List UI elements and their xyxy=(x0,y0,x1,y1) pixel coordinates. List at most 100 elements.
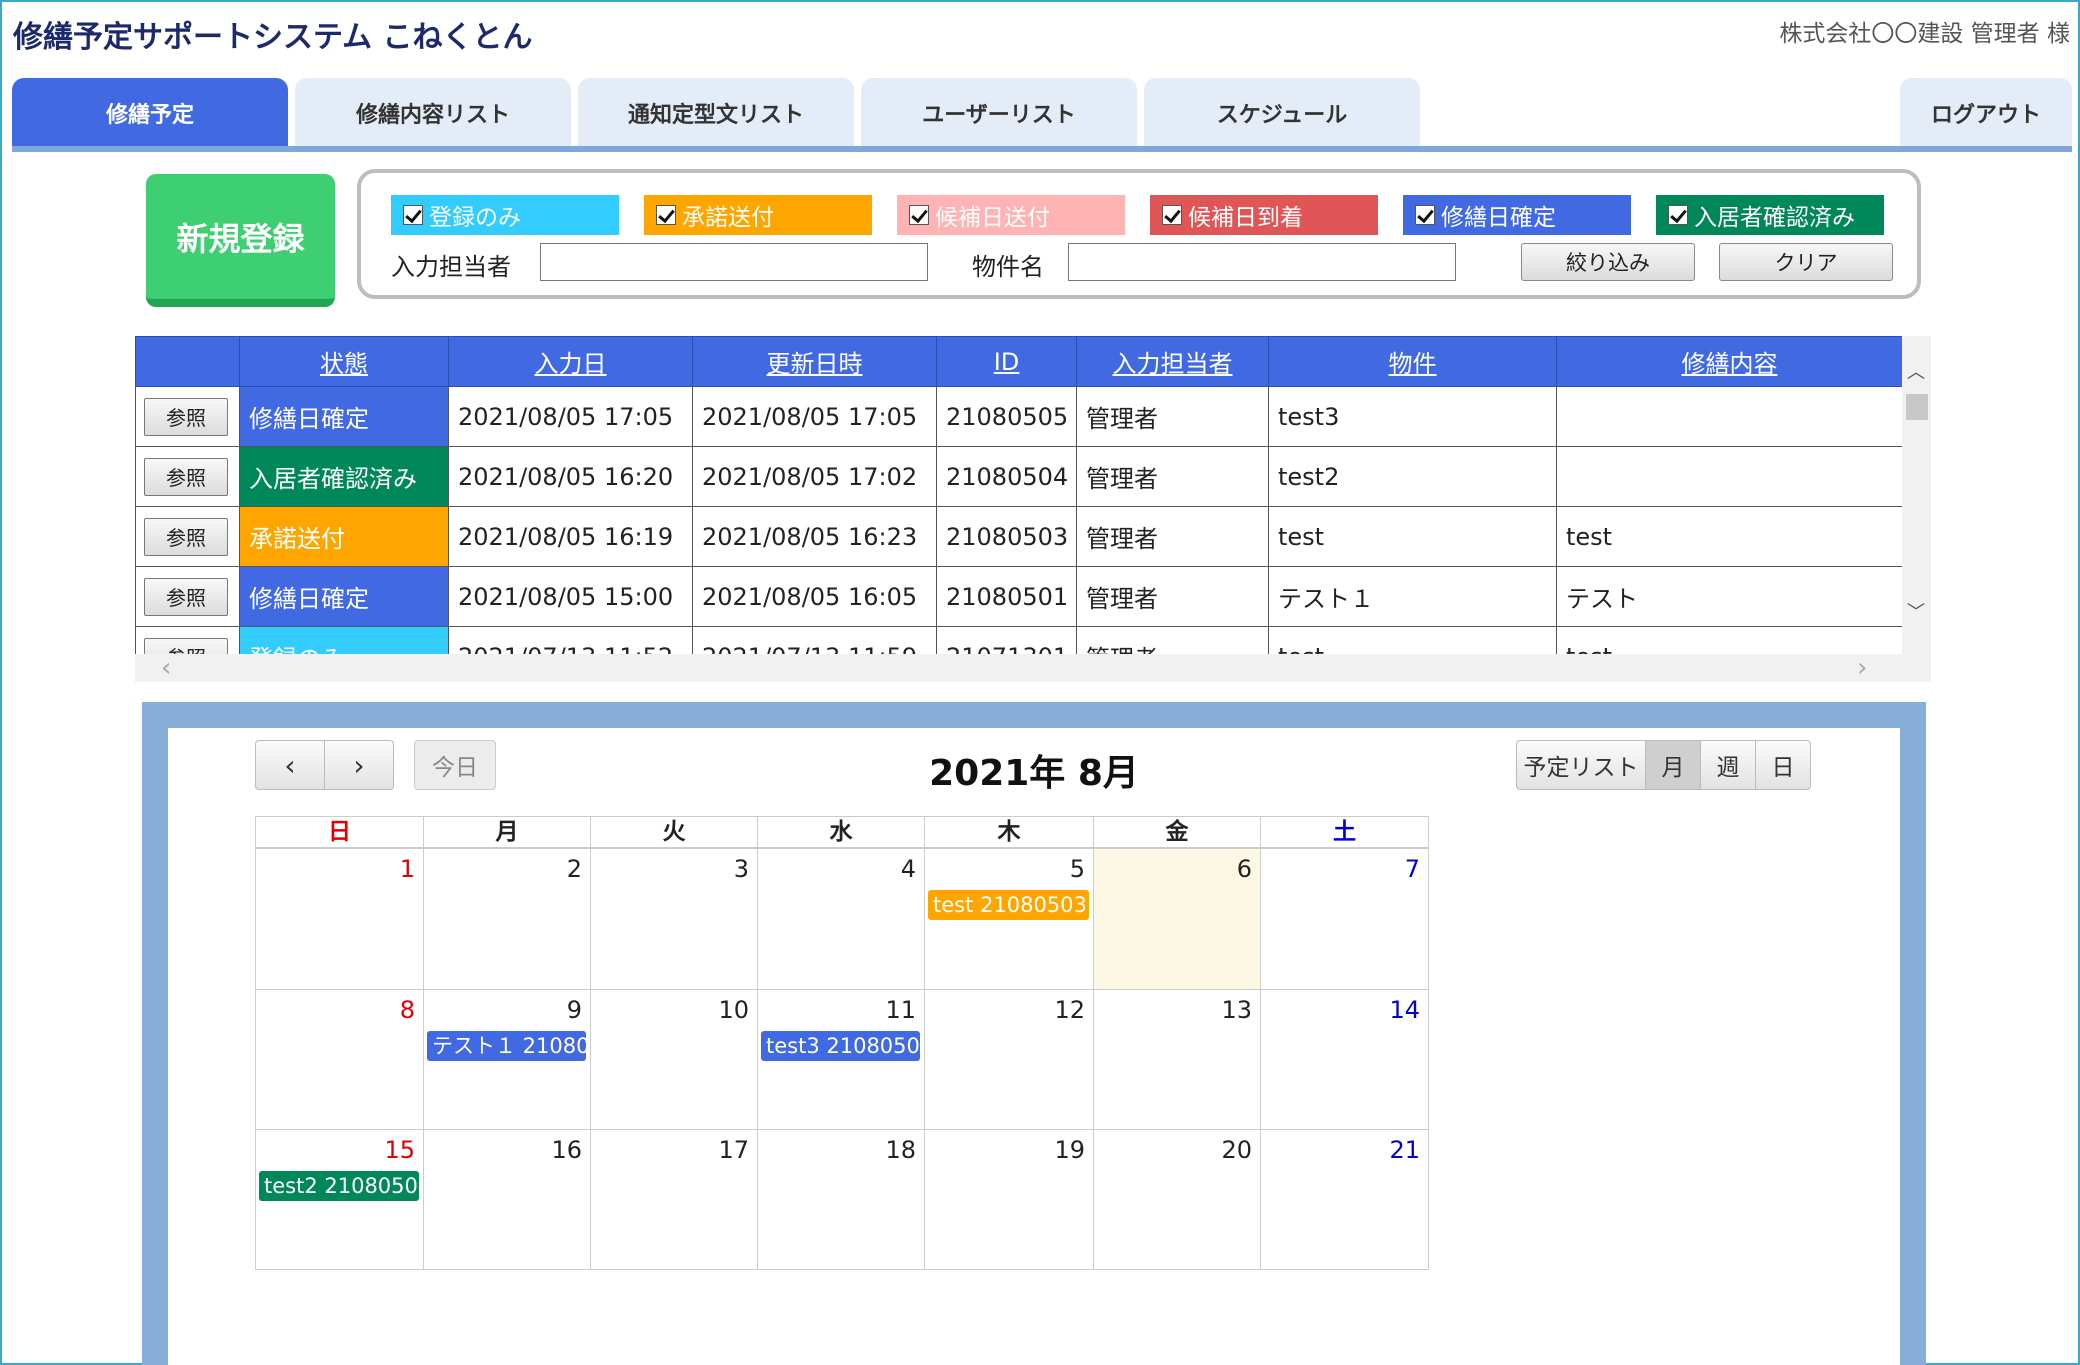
cell-input-date: 2021/08/05 17:05 xyxy=(448,386,693,447)
column-header-updated[interactable]: 更新日時 xyxy=(692,336,937,387)
view-week-button[interactable]: 週 xyxy=(1700,740,1756,790)
view-month-button[interactable]: 月 xyxy=(1645,740,1701,790)
column-header-id[interactable]: ID xyxy=(936,336,1077,387)
cell-input-date: 2021/08/05 16:19 xyxy=(448,506,693,567)
filter-checkbox-candidate-arrived[interactable]: 候補日到着 xyxy=(1150,195,1378,235)
calendar-day-cell[interactable]: 4 xyxy=(757,848,925,990)
calendar-day-number: 18 xyxy=(885,1136,916,1164)
logout-tab[interactable]: ログアウト xyxy=(1900,78,2072,148)
scroll-down-icon[interactable]: ﹀ xyxy=(1906,598,1926,624)
view-detail-button[interactable]: 参照 xyxy=(144,457,228,496)
calendar-day-number: 7 xyxy=(1404,855,1420,883)
calendar-day-number: 3 xyxy=(733,855,749,883)
weekday-header-thu: 木 xyxy=(924,816,1094,848)
view-detail-button[interactable]: 参照 xyxy=(144,637,228,654)
calendar-day-cell[interactable]: 7 xyxy=(1260,848,1429,990)
cell-person: 管理者 xyxy=(1076,566,1269,627)
tab-notice-template-list[interactable]: 通知定型文リスト xyxy=(578,78,854,148)
cell-property: テスト１ xyxy=(1268,566,1557,627)
cell-status: 入居者確認済み xyxy=(239,446,449,507)
cell-property: test xyxy=(1268,626,1557,654)
calendar-day-number: 4 xyxy=(900,855,916,883)
calendar-day-cell[interactable]: 2 xyxy=(423,848,591,990)
calendar-day-cell[interactable]: 21 xyxy=(1260,1129,1429,1270)
calendar-day-number: 14 xyxy=(1389,996,1420,1024)
calendar-day-cell[interactable]: 10 xyxy=(590,989,758,1130)
table-row: 参照 承諾送付 2021/08/05 16:19 2021/08/05 16:23 21… xyxy=(135,506,1903,567)
table-row: 参照登録のみ2021/07/13 11:522021/07/13 11:5921… xyxy=(135,626,1903,654)
tab-schedule[interactable]: スケジュール xyxy=(1144,78,1420,148)
cell-content: test xyxy=(1556,506,1903,567)
calendar-day-number: 10 xyxy=(718,996,749,1024)
cell-input-date: 2021/08/05 15:00 xyxy=(448,566,693,627)
calendar-event[interactable]: test 21080503 xyxy=(928,890,1089,920)
filter-checkbox-date-confirmed[interactable]: 修繕日確定 xyxy=(1403,195,1631,235)
cell-person: 管理者 xyxy=(1076,626,1269,654)
calendar-panel: ‹ › 今日 2021年 8月 予定リスト 月 週 日 日月火水木金土12345… xyxy=(142,702,1926,1365)
table-row: 参照 修繕日確定 2021/08/05 17:05 2021/08/05 17:05 2… xyxy=(135,386,1903,447)
calendar-event[interactable]: test2 21080504 xyxy=(259,1171,419,1201)
calendar-day-cell[interactable]: 13 xyxy=(1093,989,1261,1130)
scroll-right-icon[interactable]: › xyxy=(1857,654,1867,682)
calendar-day-cell[interactable]: 3 xyxy=(590,848,758,990)
column-header-content[interactable]: 修繕内容 xyxy=(1556,336,1903,387)
weekday-header-fri: 金 xyxy=(1093,816,1261,848)
tab-user-list[interactable]: ユーザーリスト xyxy=(861,78,1137,148)
cell-property: test2 xyxy=(1268,446,1557,507)
table-horizontal-scrollbar[interactable]: ‹ › xyxy=(135,654,1931,682)
cell-action: 参照 xyxy=(135,446,240,507)
calendar-event[interactable]: テスト１ 21080501 xyxy=(427,1031,586,1061)
clear-button[interactable]: クリア xyxy=(1719,243,1893,281)
column-header-status[interactable]: 状態 xyxy=(239,336,449,387)
column-header-input-date[interactable]: 入力日 xyxy=(448,336,693,387)
cell-action: 参照 xyxy=(135,386,240,447)
view-detail-button[interactable]: 参照 xyxy=(144,397,228,436)
calendar-day-cell[interactable]: 14 xyxy=(1260,989,1429,1130)
calendar-event[interactable]: test3 21080505 xyxy=(761,1031,920,1061)
person-filter-input[interactable] xyxy=(540,243,928,281)
filter-button[interactable]: 絞り込み xyxy=(1521,243,1695,281)
calendar-day-cell[interactable]: 17 xyxy=(590,1129,758,1270)
calendar-day-number: 16 xyxy=(551,1136,582,1164)
calendar-day-number: 9 xyxy=(566,996,582,1024)
view-list-button[interactable]: 予定リスト xyxy=(1516,740,1646,790)
scroll-left-icon[interactable]: ‹ xyxy=(161,654,171,682)
calendar-day-cell[interactable]: 8 xyxy=(255,989,424,1130)
cell-updated: 2021/08/05 17:05 xyxy=(692,386,937,447)
column-header-property[interactable]: 物件 xyxy=(1268,336,1557,387)
scrollbar-thumb[interactable] xyxy=(1906,394,1928,420)
scroll-up-icon[interactable]: ︿ xyxy=(1906,358,1926,384)
property-filter-label: 物件名 xyxy=(972,253,1044,281)
property-filter-input[interactable] xyxy=(1068,243,1456,281)
cell-action: 参照 xyxy=(135,626,240,654)
app-frame: 修繕予定サポートシステム こねくとん 株式会社〇〇建設 管理者 様 修繕予定 修… xyxy=(0,0,2080,1365)
table-vertical-scrollbar[interactable]: ︿ ﹀ xyxy=(1902,336,1931,654)
calendar-day-cell[interactable]: 20 xyxy=(1093,1129,1261,1270)
weekday-header-tue: 火 xyxy=(590,816,758,848)
filter-checkbox-resident-confirmed[interactable]: 入居者確認済み xyxy=(1656,195,1884,235)
calendar-day-number: 6 xyxy=(1236,855,1252,883)
view-day-button[interactable]: 日 xyxy=(1755,740,1811,790)
filter-checkbox-registered-only[interactable]: 登録のみ xyxy=(391,195,619,235)
view-detail-button[interactable]: 参照 xyxy=(144,577,228,616)
column-header-person[interactable]: 入力担当者 xyxy=(1076,336,1269,387)
app-title: 修繕予定サポートシステム こねくとん xyxy=(13,20,533,55)
calendar-day-number: 17 xyxy=(718,1136,749,1164)
calendar-day-cell[interactable]: 16 xyxy=(423,1129,591,1270)
weekday-header-sun: 日 xyxy=(255,816,424,848)
person-filter-label: 入力担当者 xyxy=(391,253,511,281)
new-register-button[interactable]: 新規登録 xyxy=(146,174,335,307)
calendar-day-cell[interactable]: 1 xyxy=(255,848,424,990)
view-detail-button[interactable]: 参照 xyxy=(144,517,228,556)
cell-updated: 2021/08/05 16:05 xyxy=(692,566,937,627)
filter-checkbox-consent-sent[interactable]: 承諾送付 xyxy=(644,195,872,235)
calendar-day-number: 11 xyxy=(885,996,916,1024)
tab-repair-content-list[interactable]: 修繕内容リスト xyxy=(295,78,571,148)
calendar-day-cell[interactable]: 12 xyxy=(924,989,1094,1130)
calendar-day-cell[interactable]: 6 xyxy=(1093,848,1261,990)
calendar-day-cell[interactable]: 19 xyxy=(924,1129,1094,1270)
tab-repair-schedule[interactable]: 修繕予定 xyxy=(12,78,288,148)
calendar-day-cell[interactable]: 18 xyxy=(757,1129,925,1270)
filter-panel: 登録のみ 承諾送付 候補日送付 候補日到着 修繕日確定 入居者確認済み 入力担当… xyxy=(357,169,1921,299)
filter-checkbox-candidate-sent[interactable]: 候補日送付 xyxy=(897,195,1125,235)
